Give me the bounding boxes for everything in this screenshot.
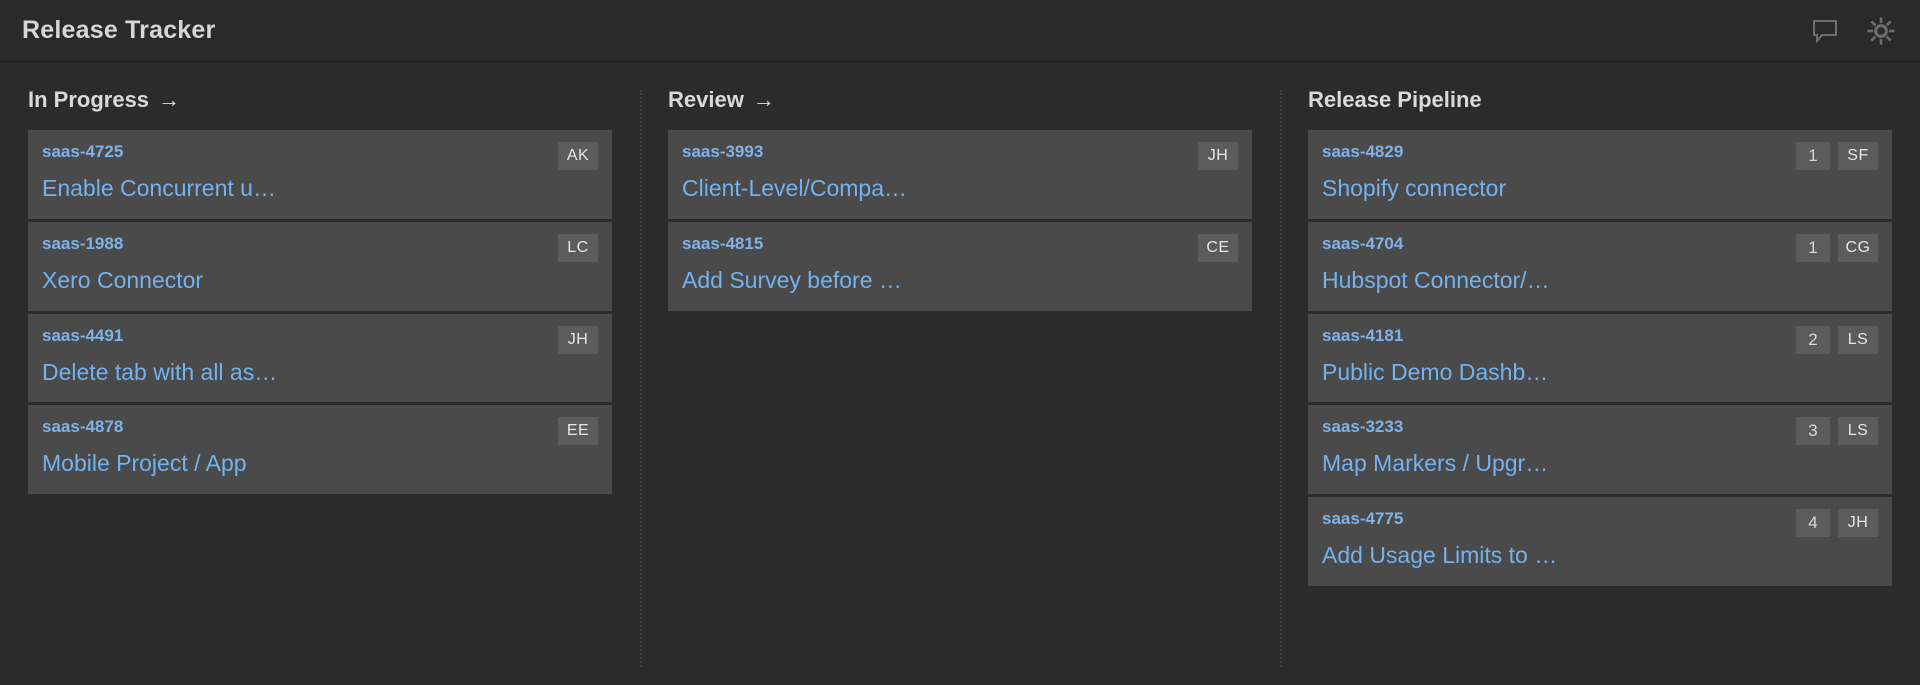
status-badge: 4	[1796, 509, 1830, 538]
board-card[interactable]: saas-3233 3 LS Map Markers / Upgr…	[1308, 405, 1892, 498]
card-title[interactable]: Add Usage Limits to …	[1322, 541, 1878, 570]
board-card[interactable]: saas-4775 4 JH Add Usage Limits to …	[1308, 497, 1892, 589]
card-top-row: saas-4775 4 JH	[1322, 509, 1878, 538]
card-meta: 3 LS	[1796, 417, 1878, 446]
column-header: Review →	[668, 87, 1252, 112]
board-card[interactable]: saas-4704 1 CG Hubspot Connector/…	[1308, 221, 1892, 314]
card-top-row: saas-1988 LC	[42, 233, 598, 262]
board-card[interactable]: saas-1988 LC Xero Connector	[28, 221, 612, 314]
card-meta: 1 SF	[1796, 142, 1878, 171]
card-key[interactable]: saas-4775	[1322, 509, 1786, 529]
card-meta: 2 LS	[1796, 325, 1878, 354]
card-top-row: saas-4704 1 CG	[1322, 233, 1878, 262]
avatar[interactable]: LS	[1838, 325, 1878, 354]
card-meta: EE	[558, 417, 598, 446]
page-title: Release Tracker	[22, 16, 216, 44]
card-title[interactable]: Hubspot Connector/…	[1322, 266, 1878, 295]
card-title[interactable]: Public Demo Dashb…	[1322, 358, 1878, 387]
card-meta: AK	[558, 142, 598, 171]
card-title[interactable]: Enable Concurrent u…	[42, 174, 598, 203]
status-badge: 2	[1796, 325, 1830, 354]
card-key[interactable]: saas-4704	[1322, 234, 1786, 254]
board-column-review: Review → saas-3993 JH Client-Level/Compa…	[640, 62, 1280, 685]
gear-icon[interactable]	[1864, 14, 1898, 48]
card-top-row: saas-4815 CE	[682, 233, 1238, 262]
header-actions	[1808, 14, 1898, 48]
card-key[interactable]: saas-3233	[1322, 417, 1786, 437]
avatar[interactable]: CG	[1838, 233, 1878, 262]
avatar[interactable]: JH	[558, 325, 598, 354]
card-title[interactable]: Map Markers / Upgr…	[1322, 449, 1878, 478]
avatar[interactable]: JH	[1838, 509, 1878, 538]
card-top-row: saas-4725 AK	[42, 142, 598, 171]
release-tracker-app: Release Tracker In Progress → saas-4725 …	[0, 0, 1920, 685]
status-badge: 3	[1796, 417, 1830, 446]
card-list: saas-4829 1 SF Shopify connector saas-47…	[1308, 130, 1892, 589]
board-card[interactable]: saas-4815 CE Add Survey before …	[668, 221, 1252, 314]
avatar[interactable]: EE	[558, 417, 598, 446]
card-title[interactable]: Delete tab with all as…	[42, 358, 598, 387]
arrow-right-icon: →	[158, 87, 181, 112]
card-meta: JH	[1198, 142, 1238, 171]
board-column-in-progress: In Progress → saas-4725 AK Enable Concur…	[0, 62, 640, 685]
card-key[interactable]: saas-4878	[42, 417, 548, 437]
card-key[interactable]: saas-1988	[42, 234, 548, 254]
card-key[interactable]: saas-4491	[42, 326, 548, 346]
status-badge: 1	[1796, 233, 1830, 262]
card-meta: LC	[558, 233, 598, 262]
card-top-row: saas-4491 JH	[42, 325, 598, 354]
card-top-row: saas-4829 1 SF	[1322, 142, 1878, 171]
status-badge: 1	[1796, 142, 1830, 171]
card-top-row: saas-3993 JH	[682, 142, 1238, 171]
card-meta: 1 CG	[1796, 233, 1878, 262]
card-meta: CE	[1198, 233, 1238, 262]
board-card[interactable]: saas-4491 JH Delete tab with all as…	[28, 313, 612, 406]
card-meta: JH	[558, 325, 598, 354]
board-card[interactable]: saas-3993 JH Client-Level/Compa…	[668, 130, 1252, 222]
avatar[interactable]: JH	[1198, 142, 1238, 171]
comment-icon[interactable]	[1808, 14, 1842, 48]
card-top-row: saas-3233 3 LS	[1322, 417, 1878, 446]
card-title[interactable]: Shopify connector	[1322, 174, 1878, 203]
kanban-board: In Progress → saas-4725 AK Enable Concur…	[0, 62, 1920, 685]
card-top-row: saas-4878 EE	[42, 417, 598, 446]
card-key[interactable]: saas-4815	[682, 234, 1188, 254]
board-card[interactable]: saas-4725 AK Enable Concurrent u…	[28, 130, 612, 222]
card-key[interactable]: saas-4725	[42, 142, 548, 162]
avatar[interactable]: CE	[1198, 233, 1238, 262]
card-list: saas-4725 AK Enable Concurrent u… saas-1…	[28, 130, 612, 498]
card-title[interactable]: Xero Connector	[42, 266, 598, 295]
card-key[interactable]: saas-4181	[1322, 326, 1786, 346]
card-key[interactable]: saas-4829	[1322, 142, 1786, 162]
card-key[interactable]: saas-3993	[682, 142, 1188, 162]
column-header: Release Pipeline	[1308, 87, 1892, 112]
card-list: saas-3993 JH Client-Level/Compa… saas-48…	[668, 130, 1252, 314]
column-title: Release Pipeline	[1308, 87, 1482, 112]
board-card[interactable]: saas-4181 2 LS Public Demo Dashb…	[1308, 313, 1892, 406]
board-column-release-pipeline: Release Pipeline saas-4829 1 SF Shopify …	[1280, 62, 1920, 685]
avatar[interactable]: AK	[558, 142, 598, 171]
card-title[interactable]: Add Survey before …	[682, 266, 1238, 295]
avatar[interactable]: LC	[558, 233, 598, 262]
column-header: In Progress →	[28, 87, 612, 112]
avatar[interactable]: LS	[1838, 417, 1878, 446]
card-title[interactable]: Mobile Project / App	[42, 449, 598, 478]
app-header: Release Tracker	[0, 0, 1920, 62]
board-card[interactable]: saas-4878 EE Mobile Project / App	[28, 405, 612, 498]
column-title: In Progress	[28, 87, 150, 112]
card-meta: 4 JH	[1796, 509, 1878, 538]
avatar[interactable]: SF	[1838, 142, 1878, 171]
arrow-right-icon: →	[752, 87, 775, 112]
board-card[interactable]: saas-4829 1 SF Shopify connector	[1308, 130, 1892, 222]
card-title[interactable]: Client-Level/Compa…	[682, 174, 1238, 203]
card-top-row: saas-4181 2 LS	[1322, 325, 1878, 354]
column-title: Review	[668, 87, 744, 112]
